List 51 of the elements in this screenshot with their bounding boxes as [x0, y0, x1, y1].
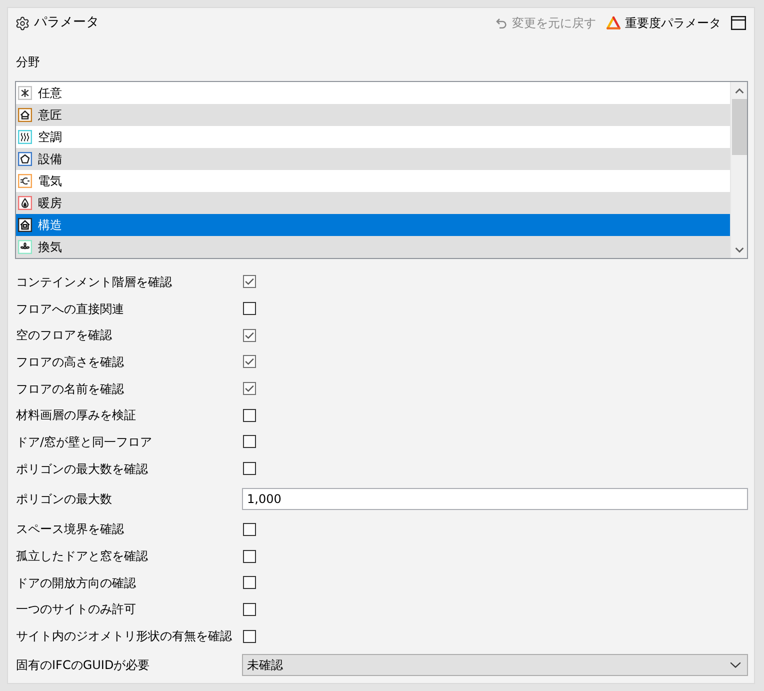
checkbox[interactable] [243, 630, 256, 643]
scrollbar-thumb[interactable] [732, 99, 746, 155]
undo-icon [494, 16, 508, 30]
checkmark-icon [245, 385, 254, 392]
list-item[interactable]: 設備 [16, 148, 730, 170]
triangle-icon [606, 16, 621, 30]
window-icon[interactable] [731, 16, 746, 30]
parameter-label: ポリゴンの最大数を確認 [15, 460, 149, 477]
parameter-label: コンテインメント階層を確認 [15, 274, 173, 290]
checkbox[interactable] [243, 355, 256, 368]
parameter-label: サイト内のジオメトリ形状の有無を確認 [15, 628, 233, 644]
checkbox[interactable] [243, 328, 256, 342]
list-item[interactable]: 構造 [16, 214, 730, 236]
checkbox[interactable] [243, 602, 256, 616]
list-item[interactable]: 意匠 [16, 104, 730, 126]
checkbox[interactable] [243, 435, 256, 448]
parameter-label: フロアの名前を確認 [15, 380, 125, 397]
chevron-up-icon[interactable] [734, 88, 744, 94]
chevron-down-icon [730, 662, 741, 668]
checkbox[interactable] [243, 462, 256, 476]
parameter-label: フロアの高さを確認 [15, 354, 125, 370]
input-field[interactable]: 1,000 [242, 488, 748, 510]
section-label: 分野 [15, 54, 41, 70]
checkbox[interactable] [243, 576, 256, 590]
list-item[interactable]: 換気 [16, 236, 730, 258]
scrollbar[interactable] [730, 82, 747, 258]
parameter-label: ドア/窓が壁と同一フロア [15, 434, 154, 450]
parameter-label: ドアの開放方向の確認 [15, 574, 137, 591]
parameter-label: 固有のIFCのGUIDが必要 [15, 657, 151, 674]
checkbox[interactable] [243, 275, 256, 288]
checkbox[interactable] [243, 408, 256, 422]
parameter-label: フロアへの直接関連 [15, 300, 125, 317]
checkbox[interactable] [243, 522, 256, 536]
checkmark-icon [245, 278, 254, 286]
checkbox[interactable] [243, 382, 256, 396]
list-item[interactable]: 暖房 [16, 192, 730, 214]
panel-title: パラメータ [34, 15, 99, 31]
checkmark-icon [245, 358, 254, 366]
checkbox[interactable] [243, 302, 256, 316]
checkmark-icon [245, 332, 254, 339]
parameters-button[interactable]: 重要度パラメータ [606, 15, 721, 31]
parameter-label: ポリゴンの最大数 [15, 491, 113, 507]
parameter-label: 一つのサイトのみ許可 [15, 601, 137, 618]
settings-icon [15, 16, 30, 30]
parameter-label: スペース境界を確認 [15, 521, 125, 538]
parameter-label: 孤立したドアと窓を確認 [15, 548, 149, 564]
chevron-down-icon[interactable] [734, 246, 744, 252]
dropdown[interactable]: 未確認 [242, 654, 748, 676]
parameter-label: 材料画層の厚みを検証 [15, 407, 137, 424]
checkbox[interactable] [243, 550, 256, 563]
parameter-label: 空のフロアを確認 [15, 327, 113, 344]
